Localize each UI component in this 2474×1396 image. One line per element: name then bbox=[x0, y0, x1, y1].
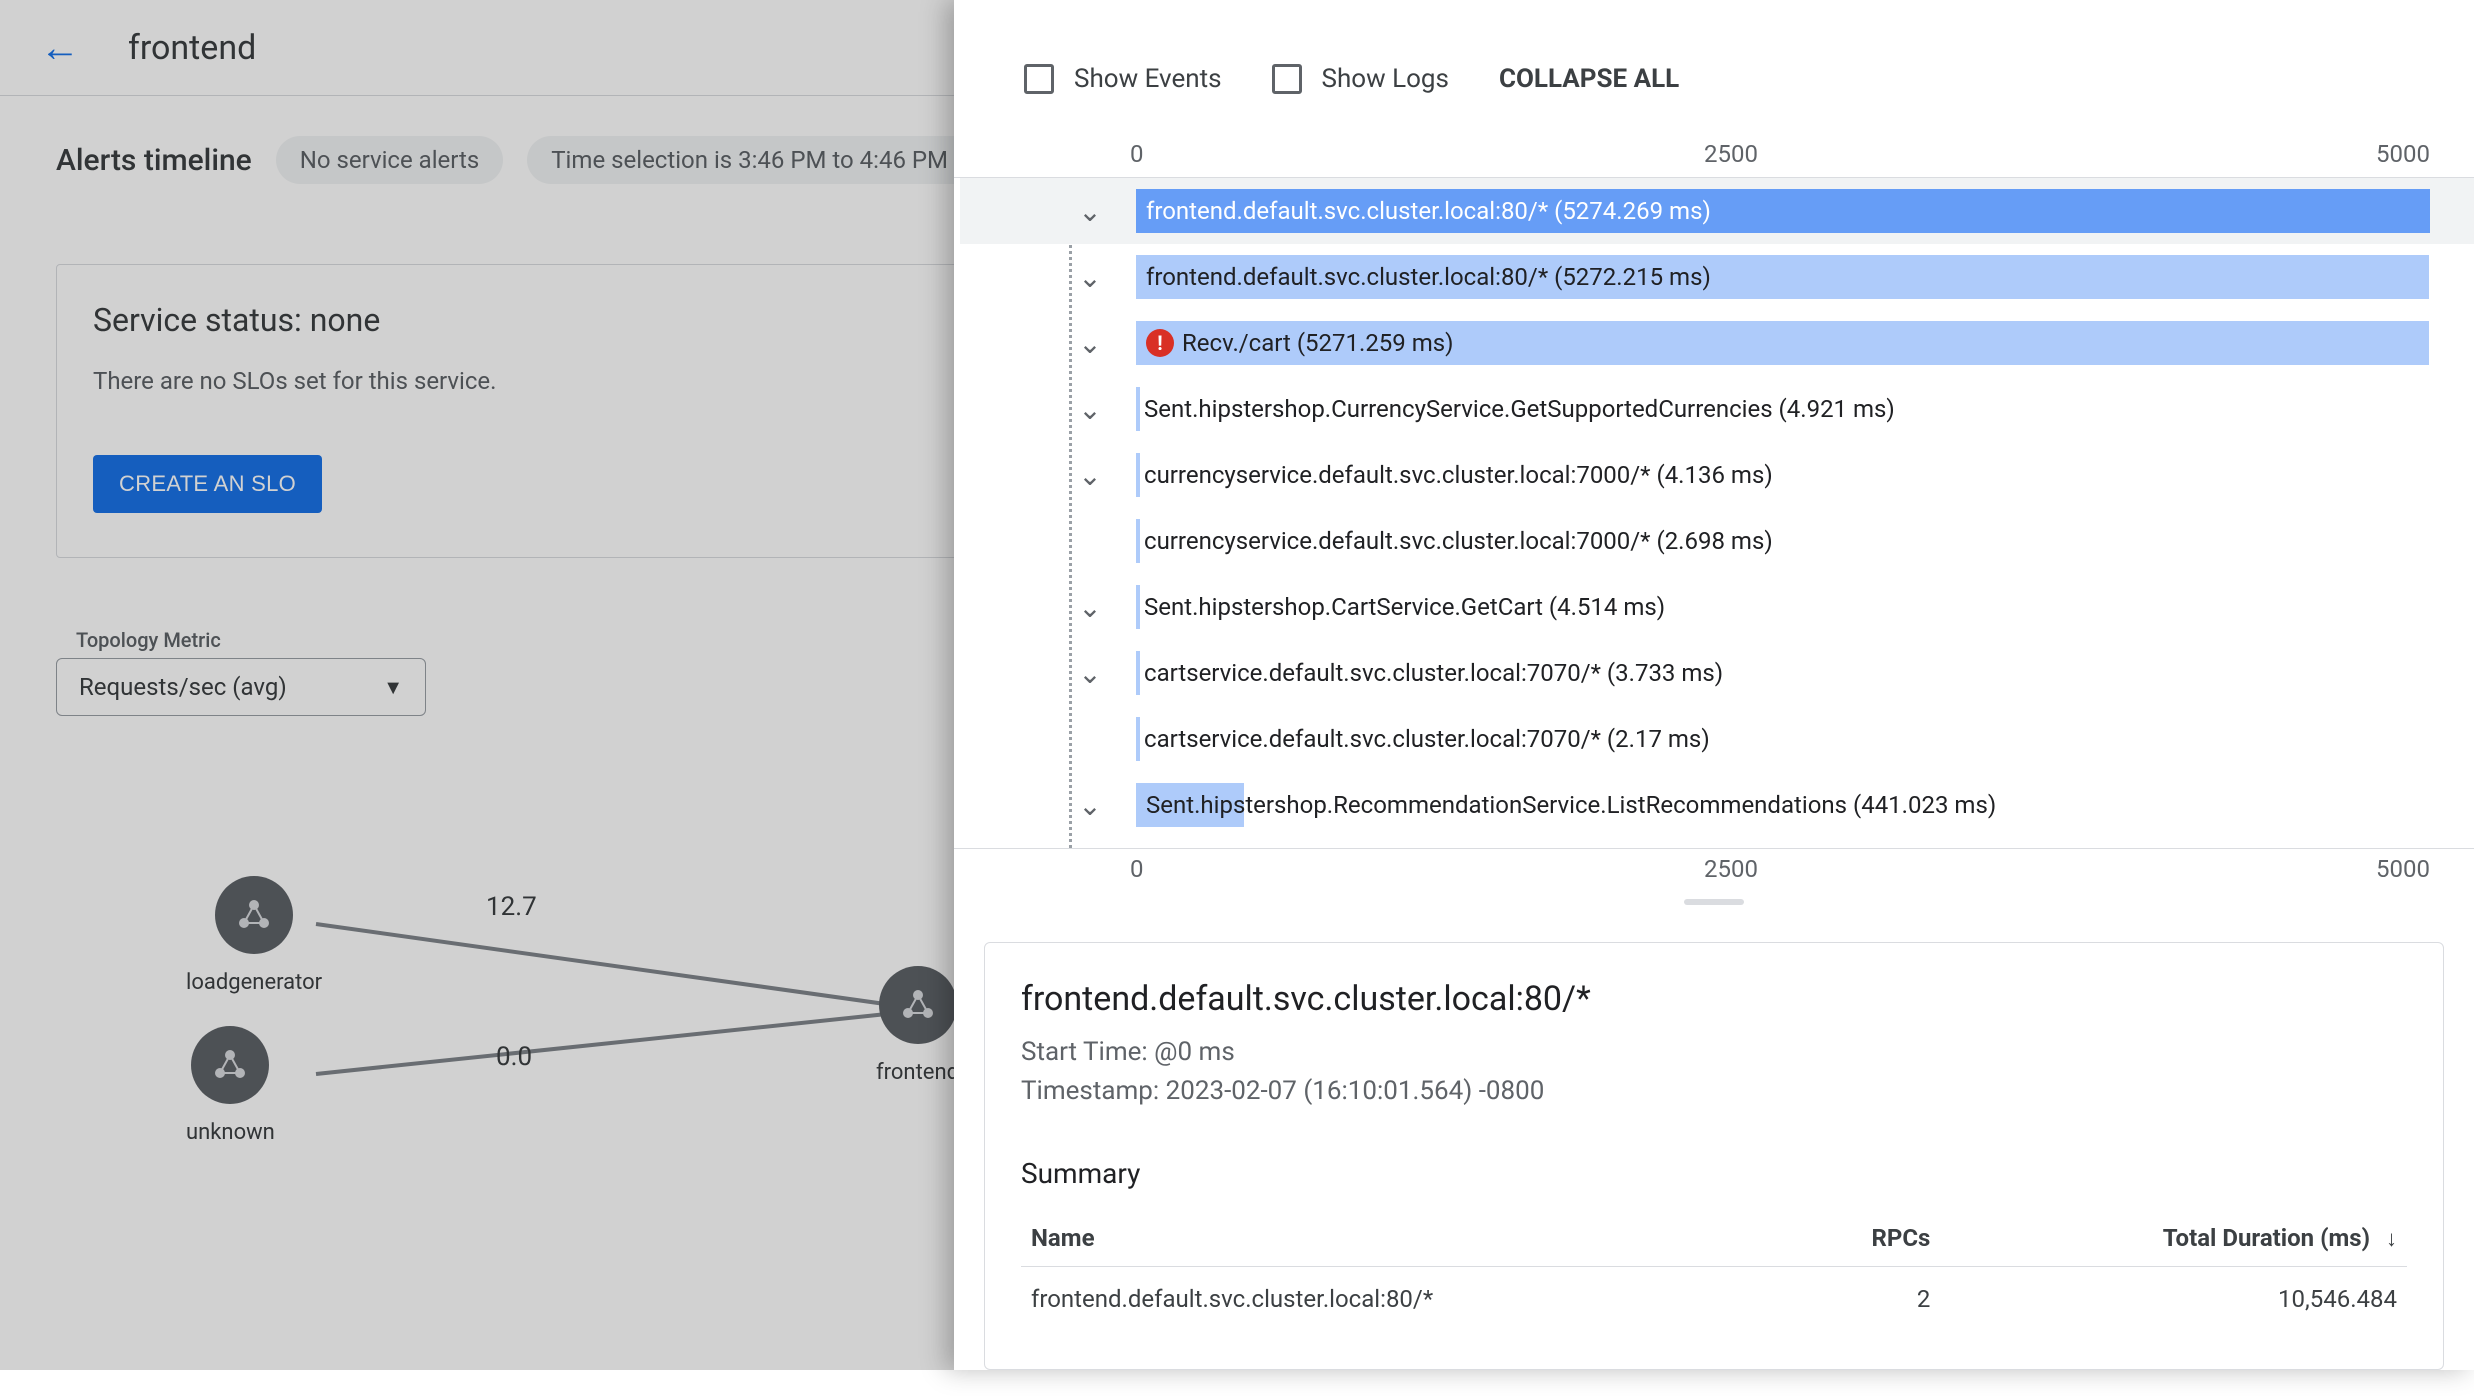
axis-tick: 5000 bbox=[2376, 855, 2430, 883]
trace-span-row[interactable]: ⌄ Sent.hipstershop.RecommendationService.… bbox=[960, 772, 2474, 838]
span-bar[interactable]: frontend.default.svc.cluster.local:80/* … bbox=[1136, 255, 2429, 299]
summary-table: Name RPCs Total Duration (ms) ↓ frontend… bbox=[1021, 1210, 2407, 1331]
sort-desc-icon: ↓ bbox=[2386, 1227, 2397, 1252]
collapse-all-button[interactable]: COLLAPSE ALL bbox=[1499, 64, 1679, 94]
span-label: Sent.hipstershop.CurrencyService.GetSupp… bbox=[1144, 376, 1895, 442]
span-label: Sent.hipstershop.RecommendationService.L… bbox=[1146, 791, 1996, 819]
summary-heading: Summary bbox=[1021, 1157, 2407, 1190]
trace-span-row[interactable]: ⌄ currencyservice.default.svc.cluster.loc… bbox=[960, 442, 2474, 508]
cell-duration: 10,546.484 bbox=[1940, 1267, 2407, 1332]
col-rpcs[interactable]: RPCs bbox=[1796, 1210, 1941, 1267]
cell-rpcs: 2 bbox=[1796, 1267, 1941, 1332]
span-detail-title: frontend.default.svc.cluster.local:80/* bbox=[1021, 979, 2407, 1019]
time-selection-chip[interactable]: Time selection is 3:46 PM to 4:46 PM G… bbox=[527, 136, 1010, 184]
timeline-axis-top: 0 2500 5000 bbox=[954, 134, 2474, 178]
topology-metric-select[interactable]: Requests/sec (avg) ▼ bbox=[56, 658, 426, 716]
alerts-timeline-label: Alerts timeline bbox=[56, 143, 252, 178]
axis-tick: 0 bbox=[1130, 855, 1144, 883]
chevron-down-icon[interactable]: ⌄ bbox=[1070, 327, 1110, 360]
show-events-toggle[interactable]: Show Events bbox=[1024, 64, 1222, 94]
span-timestamp: Timestamp: 2023-02-07 (16:10:01.564) -08… bbox=[1021, 1072, 2407, 1111]
axis-tick: 0 bbox=[1130, 140, 1144, 168]
edge-loadgenerator-frontend bbox=[316, 922, 931, 1012]
panel-resize-handle[interactable] bbox=[954, 892, 2474, 912]
checkbox-icon bbox=[1272, 64, 1302, 94]
chevron-down-icon[interactable]: ⌄ bbox=[1070, 195, 1110, 228]
span-label: cartservice.default.svc.cluster.local:70… bbox=[1144, 640, 1723, 706]
span-label: cartservice.default.svc.cluster.local:70… bbox=[1144, 706, 1710, 772]
service-icon bbox=[191, 1026, 269, 1104]
trace-span-row[interactable]: ⌄cartservice.default.svc.cluster.local:7… bbox=[960, 706, 2474, 772]
cell-name: frontend.default.svc.cluster.local:80/* bbox=[1021, 1267, 1796, 1332]
span-label: frontend.default.svc.cluster.local:80/* … bbox=[1146, 263, 1711, 291]
trace-span-row[interactable]: ⌄recommendationservice.default.svc.clust… bbox=[960, 838, 2474, 848]
edge-unknown-frontend bbox=[316, 1007, 933, 1076]
show-events-label: Show Events bbox=[1074, 64, 1222, 94]
chevron-down-icon[interactable]: ⌄ bbox=[1070, 657, 1110, 690]
trace-span-row[interactable]: ⌄ cartservice.default.svc.cluster.local:7… bbox=[960, 640, 2474, 706]
span-bar[interactable]: ! Recv./cart (5271.259 ms) bbox=[1136, 321, 2429, 365]
trace-toolbar: Show Events Show Logs COLLAPSE ALL bbox=[954, 0, 2474, 134]
chevron-down-icon[interactable]: ⌄ bbox=[1070, 789, 1110, 822]
col-duration-label: Total Duration (ms) bbox=[2163, 1224, 2370, 1252]
span-bar[interactable] bbox=[1136, 651, 1140, 695]
node-loadgenerator[interactable]: loadgenerator bbox=[186, 876, 322, 995]
back-arrow-icon[interactable]: ← bbox=[40, 28, 80, 68]
chevron-down-icon[interactable]: ⌄ bbox=[1070, 393, 1110, 426]
chevron-down-icon[interactable]: ⌄ bbox=[1070, 261, 1110, 294]
service-icon bbox=[215, 876, 293, 954]
axis-tick: 5000 bbox=[2376, 140, 2430, 168]
axis-tick: 2500 bbox=[1704, 855, 1758, 883]
checkbox-icon bbox=[1024, 64, 1054, 94]
trace-panel: Show Events Show Logs COLLAPSE ALL 0 250… bbox=[954, 0, 2474, 1370]
edge-label-loadgenerator: 12.7 bbox=[486, 892, 537, 922]
chevron-down-icon[interactable]: ⌄ bbox=[1070, 591, 1110, 624]
no-service-alerts-chip: No service alerts bbox=[276, 136, 504, 184]
span-label: Sent.hipstershop.CartService.GetCart (4.… bbox=[1144, 574, 1665, 640]
span-bar[interactable] bbox=[1136, 387, 1140, 431]
col-name[interactable]: Name bbox=[1021, 1210, 1796, 1267]
span-bar[interactable]: Sent.hipstershop.RecommendationService.L… bbox=[1136, 783, 1244, 827]
error-icon: ! bbox=[1146, 329, 1174, 357]
trace-span-row[interactable]: ⌄ Sent.hipstershop.CartService.GetCart (4… bbox=[960, 574, 2474, 640]
span-label: frontend.default.svc.cluster.local:80/* … bbox=[1146, 197, 1711, 225]
span-start-time: Start Time: @0 ms bbox=[1021, 1033, 2407, 1072]
trace-span-row[interactable]: ⌄ frontend.default.svc.cluster.local:80/*… bbox=[960, 244, 2474, 310]
node-unknown[interactable]: unknown bbox=[186, 1026, 275, 1145]
page-title: frontend bbox=[128, 28, 256, 68]
span-bar[interactable]: frontend.default.svc.cluster.local:80/* … bbox=[1136, 189, 2430, 233]
waterfall-container[interactable]: ⌄ frontend.default.svc.cluster.local:80/*… bbox=[954, 178, 2474, 848]
span-bar[interactable] bbox=[1136, 585, 1140, 629]
span-bar[interactable] bbox=[1136, 717, 1140, 761]
trace-span-row[interactable]: ⌄currencyservice.default.svc.cluster.loc… bbox=[960, 508, 2474, 574]
span-label: Recv./cart (5271.259 ms) bbox=[1182, 329, 1454, 357]
timeline-axis-bottom: 0 2500 5000 bbox=[954, 848, 2474, 892]
axis-tick: 2500 bbox=[1704, 140, 1758, 168]
trace-span-row[interactable]: ⌄ Sent.hipstershop.CurrencyService.GetSup… bbox=[960, 376, 2474, 442]
node-label: loadgenerator bbox=[186, 970, 322, 995]
create-slo-button[interactable]: CREATE AN SLO bbox=[93, 455, 322, 513]
show-logs-toggle[interactable]: Show Logs bbox=[1272, 64, 1449, 94]
topology-metric-value: Requests/sec (avg) bbox=[79, 673, 287, 701]
span-bar[interactable] bbox=[1136, 453, 1140, 497]
col-duration[interactable]: Total Duration (ms) ↓ bbox=[1940, 1210, 2407, 1267]
chevron-down-icon[interactable]: ⌄ bbox=[1070, 459, 1110, 492]
node-frontend[interactable]: frontend bbox=[876, 966, 959, 1085]
node-label: unknown bbox=[186, 1120, 275, 1145]
show-logs-label: Show Logs bbox=[1322, 64, 1449, 94]
service-icon bbox=[879, 966, 957, 1044]
edge-label-unknown: 0.0 bbox=[496, 1042, 532, 1072]
node-label: frontend bbox=[876, 1060, 959, 1085]
table-row[interactable]: frontend.default.svc.cluster.local:80/*2… bbox=[1021, 1267, 2407, 1332]
span-label: currencyservice.default.svc.cluster.loca… bbox=[1144, 508, 1773, 574]
trace-span-row[interactable]: ⌄ frontend.default.svc.cluster.local:80/*… bbox=[960, 178, 2474, 244]
table-header-row: Name RPCs Total Duration (ms) ↓ bbox=[1021, 1210, 2407, 1267]
span-detail-card: frontend.default.svc.cluster.local:80/* … bbox=[984, 942, 2444, 1370]
trace-span-row[interactable]: ⌄! Recv./cart (5271.259 ms) bbox=[960, 310, 2474, 376]
chevron-down-icon: ▼ bbox=[383, 675, 403, 700]
span-label: currencyservice.default.svc.cluster.loca… bbox=[1144, 442, 1773, 508]
span-bar[interactable] bbox=[1136, 519, 1140, 563]
